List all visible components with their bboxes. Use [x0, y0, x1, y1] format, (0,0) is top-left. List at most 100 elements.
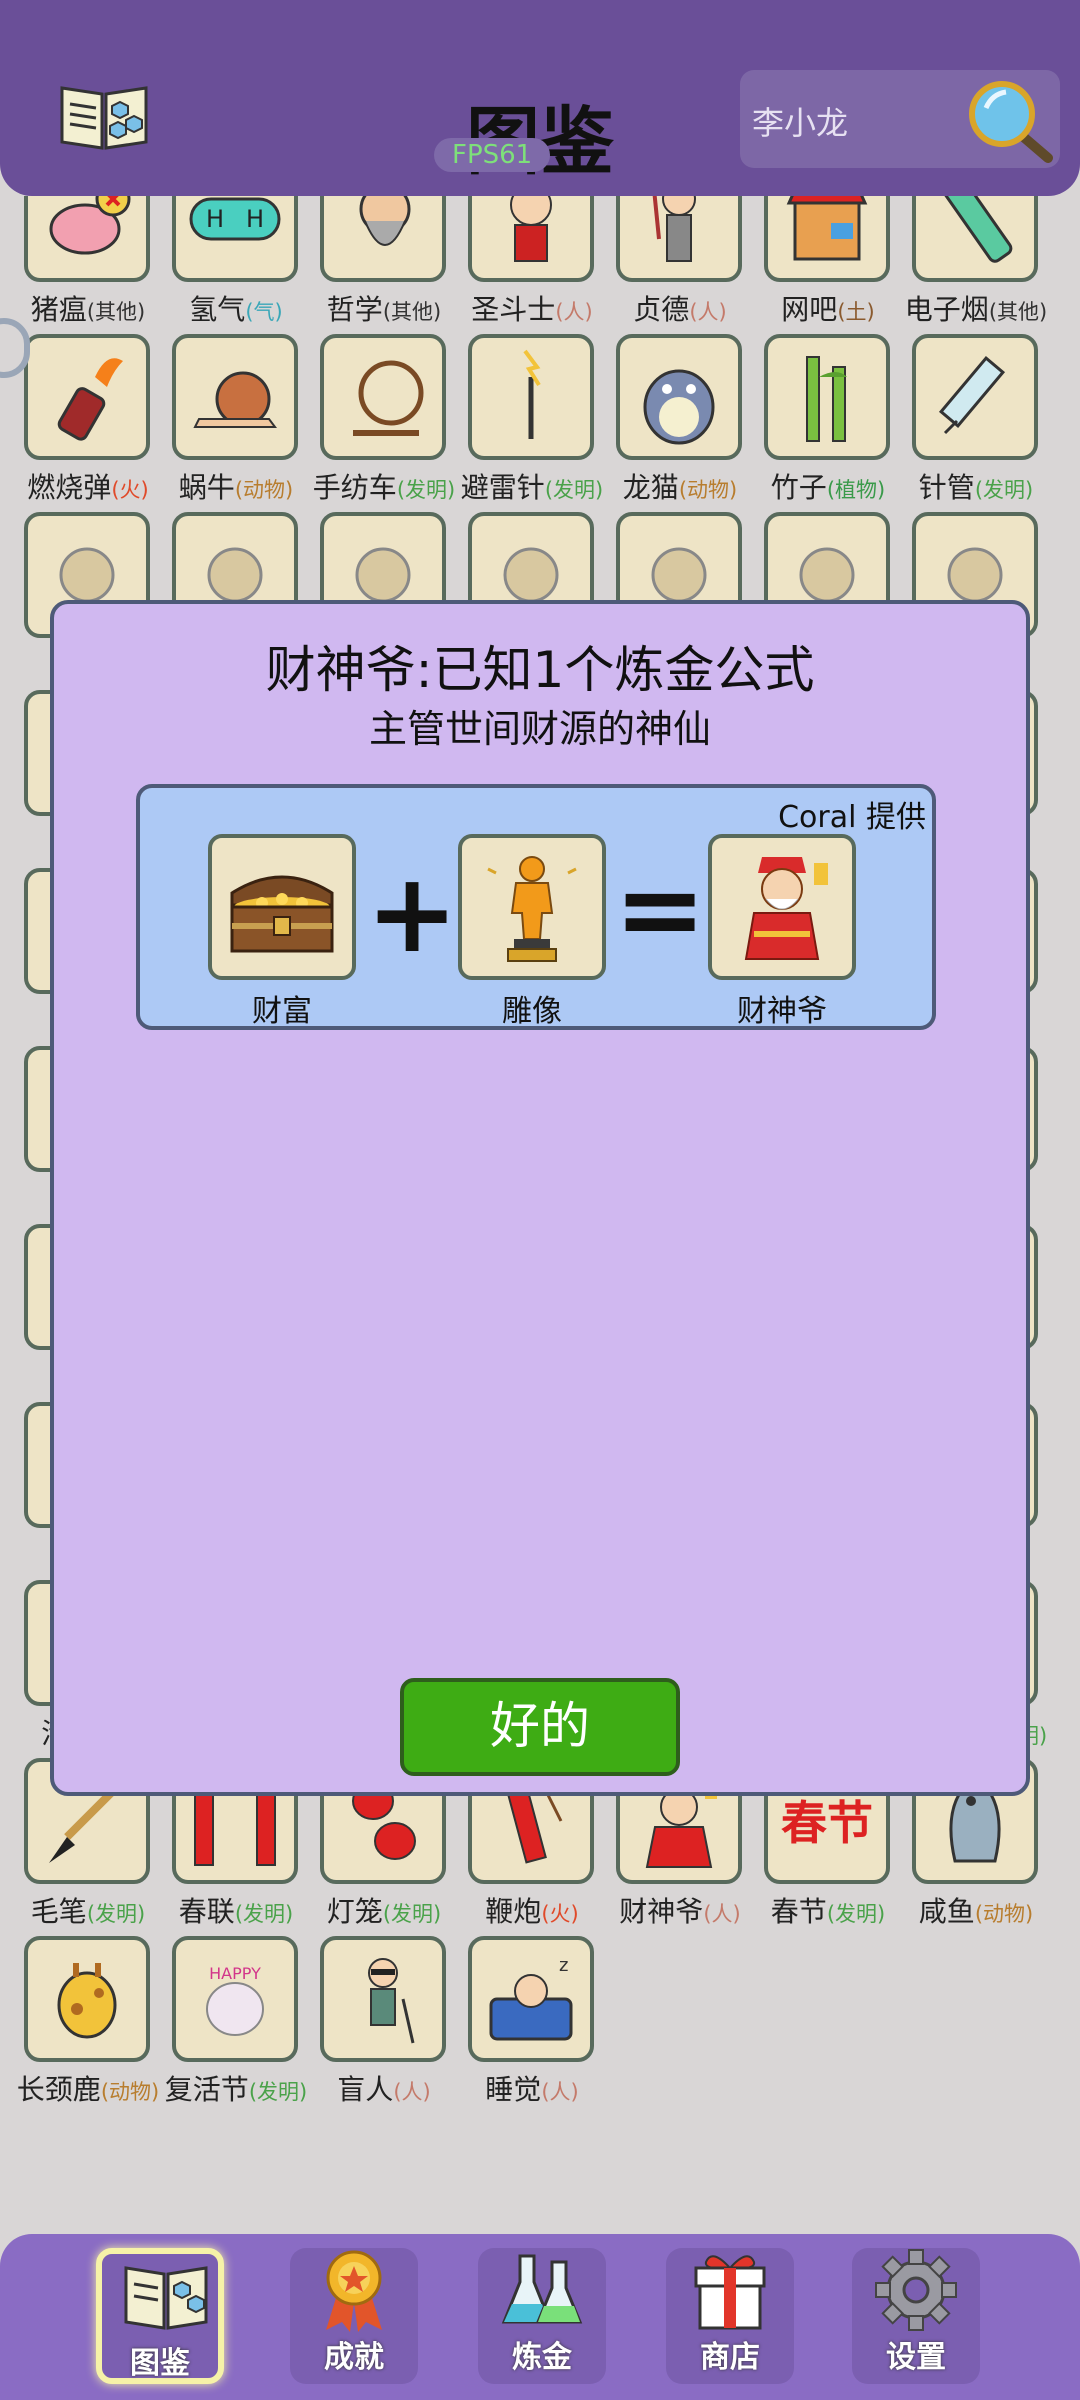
ingredient-statue-tile[interactable] — [458, 834, 606, 980]
nav-alchemy[interactable]: 炼金 — [478, 2248, 606, 2384]
item-name: 鞭炮(火) — [452, 1890, 612, 1930]
item-name-text: 网吧 — [781, 293, 838, 326]
grid-item[interactable]: 燃烧弹(火) — [14, 334, 162, 512]
nav-achievements[interactable]: 成就 — [290, 2248, 418, 2384]
formula-panel: Coral 提供 财富 + 雕像 = 财神爷 — [136, 784, 936, 1030]
item-tile[interactable] — [172, 334, 298, 460]
gear-icon — [875, 2249, 957, 2331]
item-tile[interactable] — [912, 334, 1038, 460]
item-tile[interactable] — [764, 334, 890, 460]
item-category: (其他) — [382, 300, 442, 324]
grid-item[interactable]: 避雷针(发明) — [458, 334, 606, 512]
grid-item[interactable]: z 睡觉(人) — [458, 1936, 606, 2114]
blind-man-icon — [368, 1958, 415, 2044]
item-name: 避雷针(发明) — [452, 466, 612, 506]
item-name-text: 避雷针 — [460, 471, 545, 504]
item-category: (动物) — [678, 478, 738, 502]
item-name: 龙猫(动物) — [600, 466, 760, 506]
ingredient-wealth-tile[interactable] — [208, 834, 356, 980]
item-name-text: 复活节 — [164, 2073, 249, 2106]
spinning-wheel-icon — [353, 360, 424, 436]
item-tile[interactable]: z — [468, 1936, 594, 2062]
grid-item[interactable]: 龙猫(动物) — [606, 334, 754, 512]
item-name-text: 圣斗士 — [471, 293, 556, 326]
item-name-text: 蜗牛 — [178, 471, 235, 504]
grid-item[interactable]: 电子烟(其他) — [902, 196, 1050, 334]
formula-dialog: 财神爷:已知1个炼金公式 主管世间财源的神仙 Coral 提供 财富 + 雕像 … — [50, 600, 1030, 1796]
molotov-icon — [57, 358, 123, 441]
result-god-of-wealth-tile[interactable] — [708, 834, 856, 980]
search-input[interactable]: 李小龙 — [752, 98, 848, 144]
e-cigarette-icon — [941, 196, 1013, 263]
item-name: 财神爷(人) — [600, 1890, 760, 1930]
giraffe-icon — [57, 1963, 117, 2039]
plus-sign: + — [366, 849, 459, 977]
snail-icon — [193, 371, 277, 428]
gift-icon — [694, 2255, 766, 2330]
item-tile[interactable] — [24, 196, 150, 282]
nav-shop[interactable]: 商店 — [666, 2248, 794, 2384]
item-tile[interactable] — [468, 196, 594, 282]
grid-item[interactable]: 竹子(植物) — [754, 334, 902, 512]
svg-text:H: H — [206, 205, 224, 233]
book-icon — [124, 2266, 208, 2330]
item-name: 睡觉(人) — [452, 2068, 612, 2108]
grid-item[interactable]: 蜗牛(动物) — [162, 334, 310, 512]
item-tile[interactable] — [616, 196, 742, 282]
nav-label: 商店 — [700, 2340, 760, 2375]
grid-item[interactable]: 网吧(土) — [754, 196, 902, 334]
saint-warrior-icon — [510, 196, 552, 262]
ok-button[interactable]: 好的 — [400, 1678, 680, 1776]
grid-item[interactable]: HAPPY 复活节(发明) — [162, 1936, 310, 2114]
hydrogen-icon: HH — [189, 197, 281, 241]
item-name: 燃烧弹(火) — [8, 466, 168, 506]
item-category: (发明) — [248, 2080, 308, 2104]
item-tile[interactable] — [764, 196, 890, 282]
item-category: (发明) — [86, 1902, 146, 1926]
joan-of-arc-icon — [652, 196, 696, 262]
item-name: 咸鱼(动物) — [896, 1890, 1056, 1930]
item-name-text: 春节 — [770, 1895, 827, 1928]
item-name: 圣斗士(人) — [452, 288, 612, 328]
nav-settings[interactable]: 设置 — [852, 2248, 980, 2384]
grid-item[interactable]: 针管(发明) — [902, 334, 1050, 512]
statue-icon — [487, 856, 577, 962]
grid-item[interactable]: 长颈鹿(动物) — [14, 1936, 162, 2114]
grid-item[interactable]: 圣斗士(人) — [458, 196, 606, 334]
flask-icon — [501, 2254, 583, 2324]
item-category: (动物) — [100, 2080, 160, 2104]
item-name-text: 贞德 — [633, 293, 690, 326]
item-name: 长颈鹿(动物) — [8, 2068, 168, 2108]
item-name: 哲学(其他) — [304, 288, 464, 328]
item-tile[interactable]: HAPPY — [172, 1936, 298, 2062]
item-category: (动物) — [974, 1902, 1034, 1926]
item-tile[interactable] — [320, 196, 446, 282]
item-category: (发明) — [234, 1902, 294, 1926]
nav-label: 设置 — [886, 2340, 946, 2375]
item-tile[interactable] — [616, 334, 742, 460]
item-name-text: 针管 — [918, 471, 975, 504]
grid-item[interactable]: 盲人(人) — [310, 1936, 458, 2114]
item-tile[interactable] — [912, 196, 1038, 282]
grid-item[interactable]: 贞德(人) — [606, 196, 754, 334]
item-category: (发明) — [396, 478, 456, 502]
item-category: (人) — [689, 300, 727, 324]
search-icon[interactable] — [962, 78, 1054, 164]
item-tile[interactable] — [320, 1936, 446, 2062]
bamboo-icon — [806, 356, 847, 442]
item-tile[interactable] — [320, 334, 446, 460]
grid-item[interactable]: 手纺车(发明) — [310, 334, 458, 512]
svg-text:H: H — [246, 205, 264, 233]
item-tile[interactable] — [24, 1936, 150, 2062]
item-tile[interactable] — [468, 334, 594, 460]
grid-item[interactable]: 哲学(其他) — [310, 196, 458, 334]
item-name: 复活节(发明) — [156, 2068, 316, 2108]
search-box[interactable]: 李小龙 — [740, 70, 1060, 168]
grid-item[interactable]: H H 氢气(气) — [162, 196, 310, 334]
ingredient-statue-label: 雕像 — [502, 994, 562, 1029]
grid-item[interactable]: 猪瘟(其他) — [14, 196, 162, 334]
item-tile[interactable] — [24, 334, 150, 460]
item-tile[interactable]: HH — [172, 196, 298, 282]
item-name: 盲人(人) — [304, 2068, 464, 2108]
nav-encyclopedia[interactable]: 图鉴 — [96, 2248, 224, 2384]
